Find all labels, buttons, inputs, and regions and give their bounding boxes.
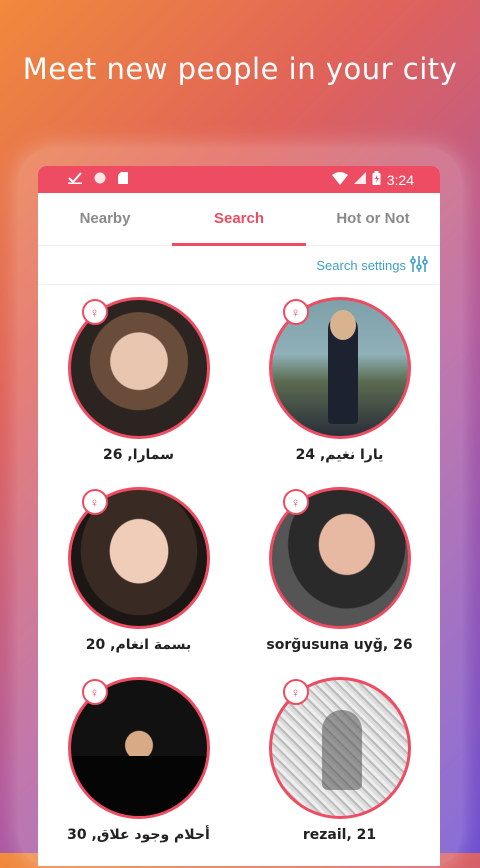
profile-card[interactable]: ♀ أحلام وجود علاق, 30 xyxy=(38,677,239,849)
profile-name: بسمة انغام, 20 xyxy=(85,637,192,653)
check-notification-icon xyxy=(68,172,82,187)
tab-hot-or-not[interactable]: Hot or Not xyxy=(306,193,440,245)
profile-card[interactable]: ♀ sorğusuna uyğ, 26 xyxy=(239,487,440,659)
female-icon: ♀ xyxy=(81,299,108,325)
tab-search[interactable]: Search xyxy=(172,193,306,246)
female-icon: ♀ xyxy=(282,489,309,515)
wifi-icon xyxy=(331,171,348,188)
female-icon: ♀ xyxy=(282,299,309,325)
profile-name: sorğusuna uyğ, 26 xyxy=(266,637,413,653)
status-time: 3:24 xyxy=(386,171,414,188)
record-notification-icon xyxy=(94,172,106,187)
signal-icon xyxy=(353,172,366,187)
status-bar: 3:24 xyxy=(38,166,440,193)
sdcard-notification-icon xyxy=(118,172,128,187)
search-settings-label: Search settings xyxy=(316,257,406,273)
profile-name: rezail, 21 xyxy=(302,827,377,843)
female-icon: ♀ xyxy=(81,489,108,515)
battery-icon xyxy=(372,171,381,188)
profile-card[interactable]: ♀ rezail, 21 xyxy=(239,677,440,849)
sliders-icon xyxy=(410,255,428,275)
profile-card[interactable]: ♀ سمارا, 26 xyxy=(38,297,239,469)
tab-nearby[interactable]: Nearby xyxy=(38,193,172,245)
profile-grid: ♀ سمارا, 26 ♀ يارا نغيم, 24 ♀ بسمة انغام… xyxy=(38,285,440,849)
female-icon: ♀ xyxy=(81,679,108,705)
profile-card[interactable]: ♀ بسمة انغام, 20 xyxy=(38,487,239,659)
profile-card[interactable]: ♀ يارا نغيم, 24 xyxy=(239,297,440,469)
search-settings-button[interactable]: Search settings xyxy=(38,246,440,285)
female-icon: ♀ xyxy=(282,679,309,705)
app-screen: 3:24 Nearby Search Hot or Not Search set… xyxy=(38,166,440,866)
promo-headline: Meet new people in your city xyxy=(22,52,458,86)
tab-bar: Nearby Search Hot or Not xyxy=(38,193,440,246)
profile-name: سمارا, 26 xyxy=(103,447,174,463)
profile-name: أحلام وجود علاق, 30 xyxy=(67,827,210,843)
profile-name: يارا نغيم, 24 xyxy=(295,447,384,463)
